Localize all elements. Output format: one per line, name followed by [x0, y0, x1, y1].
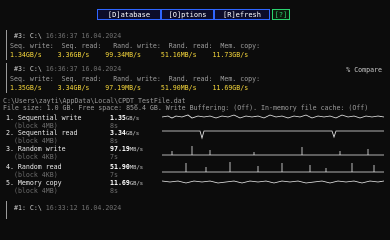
test-speed-value: 3.34: [110, 129, 126, 137]
result-values: 1.35GB/s 3.34GB/s 97.19MB/s 51.90MB/s 11…: [10, 84, 249, 92]
options-menu-button[interactable]: [O]ptions: [161, 9, 214, 20]
result-id: #1: C:\: [14, 204, 42, 212]
test-duration: 8s: [110, 137, 118, 145]
throughput-trace: [162, 162, 384, 173]
test-block-size: (block 4MB): [14, 137, 58, 145]
test-speed-unit: GB/s: [125, 131, 140, 137]
result-headers: Seq. write: Seq. read: Rand. write: Rand…: [10, 75, 261, 83]
result-timestamp: 16:36:37 16.04.2024: [45, 65, 122, 73]
result-title: #3: C:\ 16:36:37 16.04.2024: [14, 32, 121, 40]
compare-button[interactable]: % Compare: [346, 66, 382, 74]
result-title: #3: C:\ 16:36:37 16.04.2024: [14, 65, 121, 73]
trace-bars: [162, 146, 384, 156]
test-label: 4. Random read: [6, 163, 62, 171]
trace-line: [162, 130, 384, 140]
trace-bars: [162, 162, 384, 173]
test-duration: 8s: [110, 187, 118, 195]
result-headers: Seq. write: Seq. read: Rand. write: Rand…: [10, 42, 261, 50]
random-write-graph: [162, 144, 384, 156]
test-label: 1. Sequential write: [6, 114, 82, 122]
menu-bar: [D]atabase [O]ptions [R]efresh [?]: [0, 9, 390, 21]
result-id: #3: C:\: [14, 65, 42, 73]
result-title: #1: C:\ 16:33:12 16.04.2024: [14, 204, 121, 212]
throughput-trace: [162, 114, 384, 119]
test-speed-unit: MB/s: [129, 147, 144, 153]
test-label: 3. Random write: [6, 145, 66, 153]
result-timestamp: 16:36:37 16.04.2024: [45, 32, 122, 40]
test-block-size: (block 4KB): [14, 171, 58, 179]
test-speed-value: 1.35: [110, 114, 126, 122]
throughput-trace: [162, 146, 384, 156]
test-duration: 7s: [110, 153, 118, 161]
test-file-info: File size: 1.0 GB. Free space: 856.4 GB.…: [3, 104, 369, 112]
tree-line: [6, 30, 7, 60]
refresh-menu-button[interactable]: [R]efresh: [214, 9, 270, 20]
result-timestamp: 16:33:12 16.04.2024: [45, 204, 122, 212]
test-duration: 7s: [110, 171, 118, 179]
test-speed-unit: GB/s: [125, 116, 140, 122]
test-speed-value: 51.90: [110, 163, 130, 171]
test-speed-unit: GB/s: [129, 181, 144, 187]
test-label: 2. Sequential read: [6, 129, 78, 137]
help-menu-button[interactable]: [?]: [272, 9, 290, 20]
random-read-graph: [162, 161, 384, 173]
throughput-trace: [162, 180, 384, 184]
sequential-read-graph: [162, 128, 384, 140]
throughput-trace: [162, 130, 384, 140]
test-speed-unit: MB/s: [129, 165, 144, 171]
result-id: #3: C:\: [14, 32, 42, 40]
result-values: 1.34GB/s 3.36GB/s 99.34MB/s 51.16MB/s 11…: [10, 51, 249, 59]
sequential-write-graph: [162, 113, 384, 125]
test-label: 5. Memory copy: [6, 179, 62, 187]
test-speed-value: 11.69: [110, 179, 130, 187]
trace-line: [162, 114, 384, 119]
tree-line: [6, 63, 7, 93]
trace-line: [162, 180, 384, 184]
database-menu-button[interactable]: [D]atabase: [97, 9, 161, 20]
memory-copy-graph: [162, 178, 384, 190]
test-block-size: (block 4MB): [14, 187, 58, 195]
test-speed-value: 97.19: [110, 145, 130, 153]
test-block-size: (block 4KB): [14, 153, 58, 161]
tree-line: [6, 201, 7, 219]
